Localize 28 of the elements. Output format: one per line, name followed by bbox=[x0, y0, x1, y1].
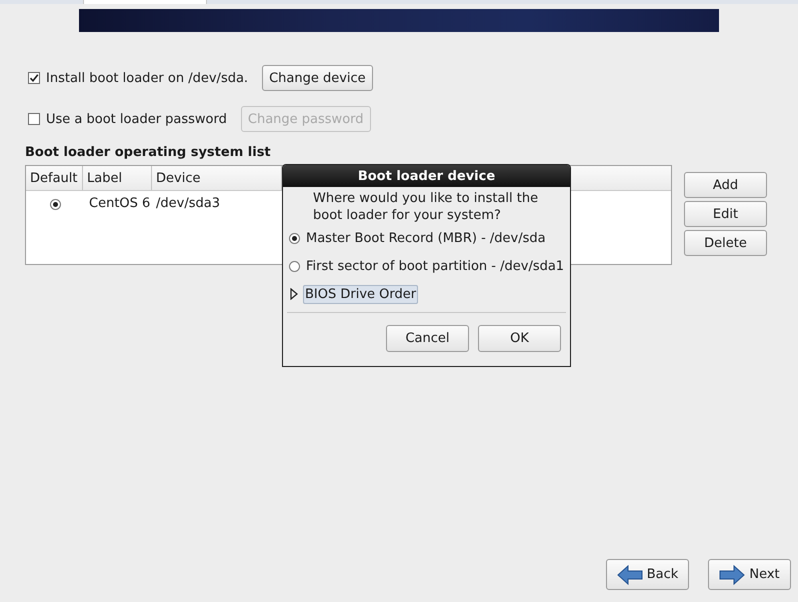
checkbox-label: Use a boot loader password bbox=[46, 112, 227, 126]
checkbox[interactable] bbox=[28, 113, 40, 125]
column-header[interactable]: Default bbox=[26, 166, 83, 190]
expander-label[interactable]: BIOS Drive Order bbox=[303, 284, 418, 304]
dialog-button[interactable]: Cancel bbox=[386, 325, 469, 352]
column-header[interactable]: Label bbox=[83, 166, 152, 190]
radio-label[interactable]: Master Boot Record (MBR) - /dev/sda bbox=[306, 230, 546, 246]
radio-button[interactable] bbox=[50, 198, 61, 210]
radio-button[interactable] bbox=[289, 260, 300, 272]
dialog-button[interactable]: OK bbox=[478, 325, 561, 352]
list-button[interactable]: Delete bbox=[684, 230, 767, 256]
back-button[interactable]: Back bbox=[606, 559, 689, 590]
section-heading: Boot loader operating system list bbox=[25, 145, 272, 160]
dialog-prompt: Where would you like to install the boot loader for your system? bbox=[313, 190, 540, 224]
list-button[interactable]: Edit bbox=[684, 201, 767, 227]
dialog-title-bar: Boot loader device bbox=[283, 165, 570, 187]
checkbox[interactable] bbox=[28, 72, 40, 84]
next-arrow-icon bbox=[719, 564, 746, 584]
next-button[interactable]: Next bbox=[708, 559, 791, 590]
radio-label[interactable]: First sector of boot partition - /dev/sda1 bbox=[306, 258, 564, 274]
triangle-icon[interactable] bbox=[290, 288, 298, 300]
list-button[interactable]: Add bbox=[684, 172, 767, 198]
table-cell-text: /dev/sda3 bbox=[155, 196, 220, 210]
back-arrow-icon bbox=[616, 564, 643, 584]
checkbox-label: Install boot loader on /dev/sda. bbox=[46, 70, 248, 86]
radio-button[interactable] bbox=[289, 232, 300, 244]
table-cell-text: CentOS 6 bbox=[88, 196, 152, 210]
change-button[interactable]: Change device bbox=[262, 65, 373, 91]
